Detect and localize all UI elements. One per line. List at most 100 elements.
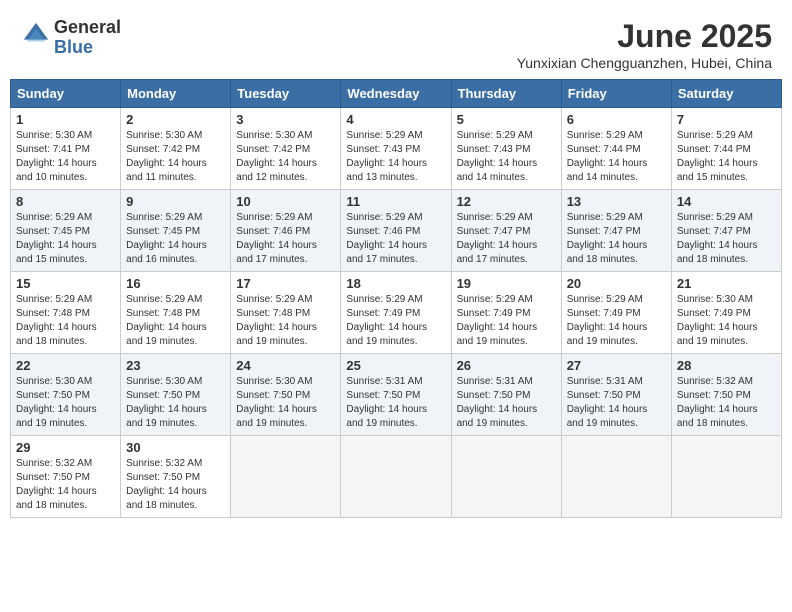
calendar-cell: 17Sunrise: 5:29 AMSunset: 7:48 PMDayligh…	[231, 272, 341, 354]
day-info: Sunrise: 5:29 AMSunset: 7:49 PMDaylight:…	[457, 293, 556, 349]
calendar-cell: 30 Sunrise: 5:32 AMSunset: 7:50 PMDayligh…	[121, 436, 231, 518]
day-info: Sunrise: 5:30 AMSunset: 7:50 PMDaylight:…	[126, 375, 225, 431]
day-info: Sunrise: 5:29 AMSunset: 7:47 PMDaylight:…	[677, 211, 776, 267]
day-info: Sunrise: 5:30 AMSunset: 7:42 PMDaylight:…	[126, 129, 225, 185]
day-info: Sunrise: 5:29 AMSunset: 7:47 PMDaylight:…	[567, 211, 666, 267]
weekday-header-tuesday: Tuesday	[231, 80, 341, 108]
day-number: 23	[126, 358, 225, 373]
day-info: Sunrise: 5:31 AMSunset: 7:50 PMDaylight:…	[457, 375, 556, 431]
calendar-cell: 12Sunrise: 5:29 AMSunset: 7:47 PMDayligh…	[451, 190, 561, 272]
calendar-cell: 27Sunrise: 5:31 AMSunset: 7:50 PMDayligh…	[561, 354, 671, 436]
day-info: Sunrise: 5:30 AMSunset: 7:50 PMDaylight:…	[236, 375, 335, 431]
calendar-cell: 11Sunrise: 5:29 AMSunset: 7:46 PMDayligh…	[341, 190, 451, 272]
day-info: Sunrise: 5:29 AMSunset: 7:44 PMDaylight:…	[677, 129, 776, 185]
calendar-cell: 15 Sunrise: 5:29 AMSunset: 7:48 PMDayligh…	[11, 272, 121, 354]
calendar-cell	[451, 436, 561, 518]
day-number: 8	[16, 194, 115, 209]
day-info: Sunrise: 5:29 AMSunset: 7:45 PMDaylight:…	[126, 211, 225, 267]
month-title: June 2025	[517, 18, 772, 55]
day-info: Sunrise: 5:30 AMSunset: 7:41 PMDaylight:…	[16, 129, 115, 185]
day-number: 25	[346, 358, 445, 373]
calendar-header-row: SundayMondayTuesdayWednesdayThursdayFrid…	[11, 80, 782, 108]
day-info: Sunrise: 5:30 AMSunset: 7:42 PMDaylight:…	[236, 129, 335, 185]
weekday-header-saturday: Saturday	[671, 80, 781, 108]
day-info: Sunrise: 5:29 AMSunset: 7:46 PMDaylight:…	[236, 211, 335, 267]
day-info: Sunrise: 5:32 AMSunset: 7:50 PMDaylight:…	[677, 375, 776, 431]
day-number: 16	[126, 276, 225, 291]
calendar-cell: 2Sunrise: 5:30 AMSunset: 7:42 PMDaylight…	[121, 108, 231, 190]
logo-icon	[22, 21, 50, 49]
page-header: General Blue June 2025 Yunxixian Chenggu…	[10, 10, 782, 75]
day-number: 3	[236, 112, 335, 127]
calendar-week-row: 22 Sunrise: 5:30 AMSunset: 7:50 PMDayligh…	[11, 354, 782, 436]
day-number: 6	[567, 112, 666, 127]
logo-blue-text: Blue	[54, 37, 93, 57]
calendar-week-row: 15 Sunrise: 5:29 AMSunset: 7:48 PMDayligh…	[11, 272, 782, 354]
weekday-header-wednesday: Wednesday	[341, 80, 451, 108]
calendar-cell	[341, 436, 451, 518]
day-info: Sunrise: 5:30 AMSunset: 7:49 PMDaylight:…	[677, 293, 776, 349]
day-number: 13	[567, 194, 666, 209]
calendar-cell: 19 Sunrise: 5:29 AMSunset: 7:49 PMDayligh…	[451, 272, 561, 354]
day-number: 4	[346, 112, 445, 127]
day-number: 20	[567, 276, 666, 291]
calendar-cell: 29 Sunrise: 5:32 AMSunset: 7:50 PMDayligh…	[11, 436, 121, 518]
calendar-cell: 8 Sunrise: 5:29 AMSunset: 7:45 PMDaylight…	[11, 190, 121, 272]
day-number: 29	[16, 440, 115, 455]
day-number: 22	[16, 358, 115, 373]
day-number: 5	[457, 112, 556, 127]
weekday-header-friday: Friday	[561, 80, 671, 108]
day-number: 19	[457, 276, 556, 291]
day-number: 26	[457, 358, 556, 373]
day-info: Sunrise: 5:29 AMSunset: 7:48 PMDaylight:…	[126, 293, 225, 349]
calendar-cell: 24 Sunrise: 5:30 AMSunset: 7:50 PMDayligh…	[231, 354, 341, 436]
calendar-cell	[671, 436, 781, 518]
calendar-cell: 6 Sunrise: 5:29 AMSunset: 7:44 PMDaylight…	[561, 108, 671, 190]
day-info: Sunrise: 5:32 AMSunset: 7:50 PMDaylight:…	[16, 457, 115, 513]
calendar-cell: 9Sunrise: 5:29 AMSunset: 7:45 PMDaylight…	[121, 190, 231, 272]
day-number: 28	[677, 358, 776, 373]
calendar-cell: 21 Sunrise: 5:30 AMSunset: 7:49 PMDayligh…	[671, 272, 781, 354]
day-number: 24	[236, 358, 335, 373]
day-info: Sunrise: 5:31 AMSunset: 7:50 PMDaylight:…	[346, 375, 445, 431]
location-title: Yunxixian Chengguanzhen, Hubei, China	[517, 55, 772, 71]
calendar-cell: 13 Sunrise: 5:29 AMSunset: 7:47 PMDayligh…	[561, 190, 671, 272]
day-number: 10	[236, 194, 335, 209]
day-number: 14	[677, 194, 776, 209]
calendar-cell: 23 Sunrise: 5:30 AMSunset: 7:50 PMDayligh…	[121, 354, 231, 436]
calendar-cell	[561, 436, 671, 518]
day-info: Sunrise: 5:29 AMSunset: 7:43 PMDaylight:…	[346, 129, 445, 185]
day-number: 12	[457, 194, 556, 209]
day-number: 30	[126, 440, 225, 455]
day-number: 18	[346, 276, 445, 291]
calendar-cell: 18 Sunrise: 5:29 AMSunset: 7:49 PMDayligh…	[341, 272, 451, 354]
day-info: Sunrise: 5:29 AMSunset: 7:49 PMDaylight:…	[346, 293, 445, 349]
day-info: Sunrise: 5:29 AMSunset: 7:48 PMDaylight:…	[16, 293, 115, 349]
weekday-header-monday: Monday	[121, 80, 231, 108]
day-number: 7	[677, 112, 776, 127]
title-block: June 2025 Yunxixian Chengguanzhen, Hubei…	[517, 18, 772, 71]
day-info: Sunrise: 5:30 AMSunset: 7:50 PMDaylight:…	[16, 375, 115, 431]
calendar-cell: 3 Sunrise: 5:30 AMSunset: 7:42 PMDaylight…	[231, 108, 341, 190]
weekday-header-thursday: Thursday	[451, 80, 561, 108]
day-info: Sunrise: 5:29 AMSunset: 7:43 PMDaylight:…	[457, 129, 556, 185]
calendar-cell: 4 Sunrise: 5:29 AMSunset: 7:43 PMDaylight…	[341, 108, 451, 190]
calendar-week-row: 8 Sunrise: 5:29 AMSunset: 7:45 PMDaylight…	[11, 190, 782, 272]
calendar-cell: 5 Sunrise: 5:29 AMSunset: 7:43 PMDaylight…	[451, 108, 561, 190]
calendar-cell: 16 Sunrise: 5:29 AMSunset: 7:48 PMDayligh…	[121, 272, 231, 354]
day-info: Sunrise: 5:29 AMSunset: 7:45 PMDaylight:…	[16, 211, 115, 267]
calendar-cell: 10 Sunrise: 5:29 AMSunset: 7:46 PMDayligh…	[231, 190, 341, 272]
calendar-week-row: 1 Sunrise: 5:30 AMSunset: 7:41 PMDaylight…	[11, 108, 782, 190]
calendar-table: SundayMondayTuesdayWednesdayThursdayFrid…	[10, 79, 782, 518]
day-number: 21	[677, 276, 776, 291]
calendar-week-row: 29 Sunrise: 5:32 AMSunset: 7:50 PMDayligh…	[11, 436, 782, 518]
calendar-cell: 26 Sunrise: 5:31 AMSunset: 7:50 PMDayligh…	[451, 354, 561, 436]
day-number: 1	[16, 112, 115, 127]
day-number: 17	[236, 276, 335, 291]
day-number: 15	[16, 276, 115, 291]
calendar-cell: 28 Sunrise: 5:32 AMSunset: 7:50 PMDayligh…	[671, 354, 781, 436]
calendar-cell: 25 Sunrise: 5:31 AMSunset: 7:50 PMDayligh…	[341, 354, 451, 436]
calendar-cell: 1 Sunrise: 5:30 AMSunset: 7:41 PMDaylight…	[11, 108, 121, 190]
day-info: Sunrise: 5:32 AMSunset: 7:50 PMDaylight:…	[126, 457, 225, 513]
day-info: Sunrise: 5:29 AMSunset: 7:44 PMDaylight:…	[567, 129, 666, 185]
